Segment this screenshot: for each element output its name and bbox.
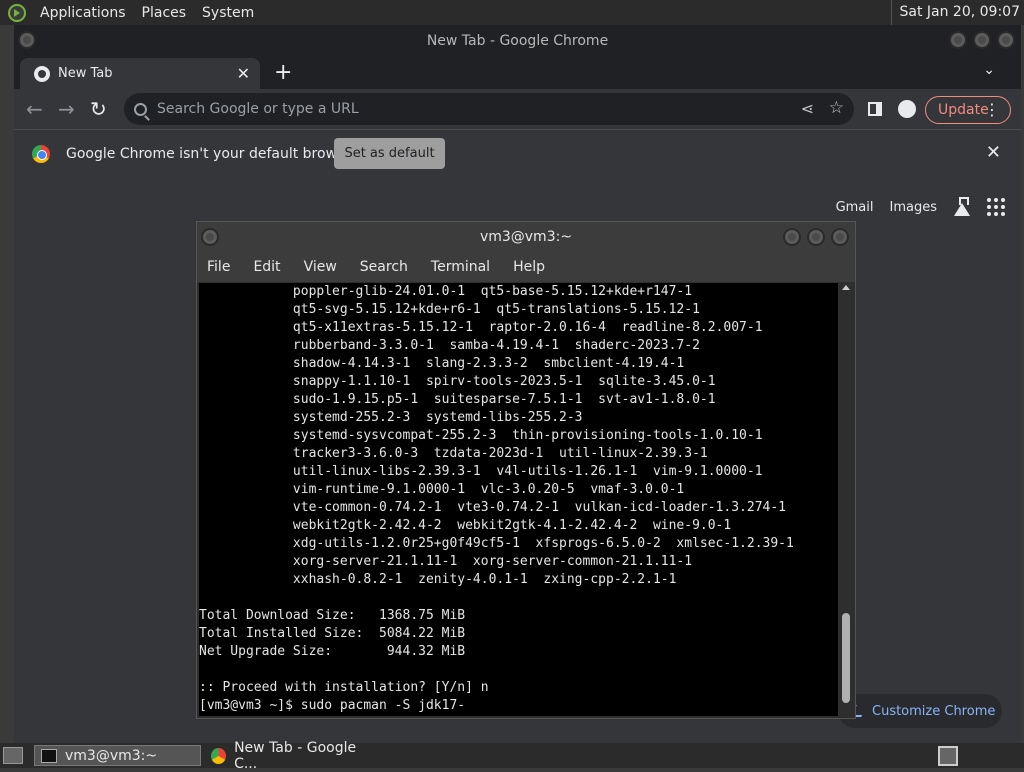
terminal-menu-file[interactable]: File [207, 259, 230, 275]
taskbar-item-label: vm3@vm3:~ [65, 747, 158, 764]
terminal-text: poppler-glib-24.01.0-1 qt5-base-5.15.12+… [199, 284, 794, 713]
terminal-minimize-icon[interactable] [783, 228, 801, 246]
terminal-maximize-icon[interactable] [807, 228, 825, 246]
chevron-down-icon[interactable]: ⌄ [983, 62, 995, 78]
terminal-menu-terminal[interactable]: Terminal [431, 259, 490, 275]
terminal-icon [41, 748, 57, 763]
close-window-icon[interactable] [997, 31, 1015, 49]
infobar-message: Google Chrome isn't your default browser [66, 145, 359, 162]
chrome-titlebar[interactable]: New Tab - Google Chrome [14, 25, 1021, 57]
chrome-logo-icon [32, 144, 50, 163]
minimize-icon[interactable] [949, 31, 967, 49]
top-panel: Applications Places System Sat Jan 20, 0… [0, 0, 1024, 25]
taskbar-item-label: New Tab - Google C... [234, 739, 357, 772]
bookmark-star-icon[interactable]: ☆ [829, 98, 844, 118]
update-button[interactable]: Update ⋮ [925, 96, 1011, 124]
terminal-menubar: File Edit View Search Terminal Help [197, 252, 855, 282]
terminal-output[interactable]: poppler-glib-24.01.0-1 qt5-base-5.15.12+… [199, 283, 838, 716]
new-tab-plus-icon[interactable]: + [274, 60, 292, 85]
share-icon[interactable]: ⋖ [801, 99, 814, 118]
close-infobar-icon[interactable]: ✕ [986, 142, 1001, 163]
chrome-icon [211, 747, 227, 764]
menu-system[interactable]: System [194, 5, 262, 21]
tab-title: New Tab [58, 66, 113, 81]
terminal-titlebar[interactable]: vm3@vm3:~ [197, 222, 855, 252]
omnibox[interactable]: Search Google or type a URL ⋖ ☆ [124, 93, 854, 125]
menu-applications[interactable]: Applications [32, 5, 134, 21]
terminal-window-menu-icon[interactable] [201, 228, 219, 246]
tab-strip: New Tab ✕ + ⌄ [14, 57, 1021, 89]
bottom-taskbar: vm3@vm3:~ New Tab - Google C... [0, 740, 1024, 772]
google-apps-icon[interactable] [987, 198, 1005, 216]
taskbar-item-terminal[interactable]: vm3@vm3:~ [34, 745, 201, 766]
images-link[interactable]: Images [890, 200, 938, 215]
terminal-scrollbar[interactable] [839, 283, 853, 716]
labs-flask-icon[interactable] [953, 197, 971, 217]
taskbar-item-chrome[interactable]: New Tab - Google C... [205, 740, 375, 772]
terminal-title: vm3@vm3:~ [479, 229, 573, 245]
kebab-menu-icon[interactable]: ⋮ [984, 100, 1000, 119]
window-menu-icon[interactable] [18, 31, 36, 49]
search-icon [134, 102, 147, 116]
scrollbar-thumb[interactable] [842, 613, 850, 703]
maximize-icon[interactable] [973, 31, 991, 49]
profile-avatar-icon[interactable] [898, 100, 916, 118]
menu-places[interactable]: Places [134, 5, 195, 21]
terminal-close-icon[interactable] [831, 228, 849, 246]
back-arrow-icon[interactable]: ← [26, 97, 43, 121]
side-panel-icon[interactable] [868, 102, 882, 116]
ntp-header-links: Gmail Images [836, 197, 1021, 217]
scroll-up-arrow-icon[interactable] [842, 285, 850, 290]
toolbar: ← → ↻ Search Google or type a URL ⋖ ☆ Up… [14, 89, 1021, 129]
terminal-menu-view[interactable]: View [304, 259, 337, 275]
workspace-switcher[interactable] [938, 746, 958, 766]
gmail-link[interactable]: Gmail [836, 200, 874, 215]
show-desktop-icon[interactable] [3, 747, 23, 764]
tab-new-tab[interactable]: New Tab ✕ [20, 58, 260, 89]
default-browser-infobar: Google Chrome isn't your default browser… [14, 129, 1021, 177]
terminal-window: vm3@vm3:~ File Edit View Search Terminal… [197, 222, 855, 718]
omnibox-placeholder: Search Google or type a URL [157, 101, 359, 117]
customize-label: Customize Chrome [872, 703, 996, 719]
distro-logo-icon[interactable] [8, 3, 26, 22]
set-as-default-button[interactable]: Set as default [334, 138, 445, 169]
chrome-favicon-icon [34, 65, 50, 82]
update-label: Update [938, 102, 989, 118]
clock[interactable]: Sat Jan 20, 09:07 [890, 0, 1020, 25]
terminal-menu-help[interactable]: Help [513, 259, 545, 275]
terminal-menu-search[interactable]: Search [360, 259, 408, 275]
reload-icon[interactable]: ↻ [90, 97, 107, 121]
chrome-window-title: New Tab - Google Chrome [426, 33, 609, 49]
customize-chrome-button[interactable]: Customize Chrome [838, 694, 1002, 728]
terminal-menu-edit[interactable]: Edit [253, 259, 280, 275]
forward-arrow-icon[interactable]: → [58, 97, 75, 121]
close-tab-icon[interactable]: ✕ [237, 64, 250, 83]
